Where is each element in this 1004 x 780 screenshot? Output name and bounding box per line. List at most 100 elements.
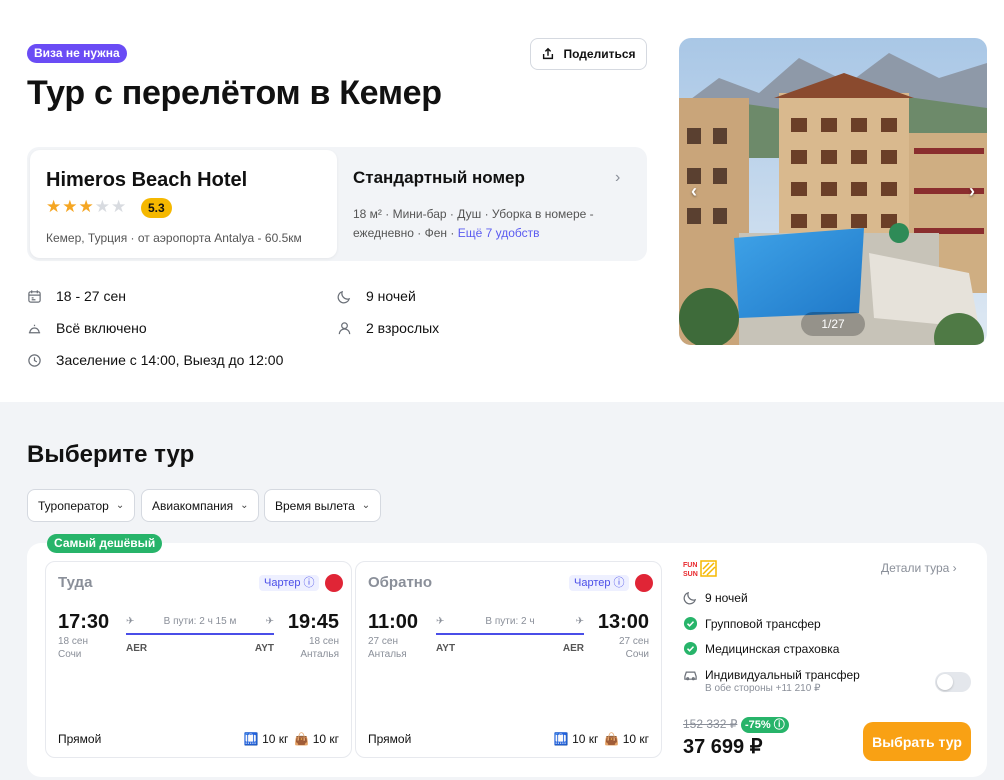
route-line [436,633,584,635]
select-tour-button[interactable]: Выбрать тур [863,722,971,761]
route-line [126,633,274,635]
checked-weight: 10 кг [622,732,649,746]
checked-weight: 10 кг [312,732,339,746]
flight-direction: Обратно [368,574,433,591]
filter-label: Время вылета [275,498,355,513]
tour-details-link[interactable]: Детали тура › [881,561,957,575]
room-title[interactable]: Стандартный номер [353,168,525,188]
trip-checkin-text: Заселение с 14:00, Выезд до 12:00 [56,352,284,368]
hotel-room-block: Himeros Beach Hotel ★ ★ ★ ★ ★ 5.3 Кемер,… [27,147,647,261]
trip-checkin: Заселение с 14:00, Выезд до 12:00 [27,352,283,368]
cloche-icon [28,324,41,333]
star-icon: ★ [62,197,78,216]
baggage-info: 🛄 10 кг 👜 10 кг [554,732,649,746]
price: 37 699 ₽ [683,736,763,758]
star-icon: ★ [46,197,62,216]
toggle-knob [937,674,953,690]
page-title: Тур с перелётом в Кемер [27,74,442,112]
visa-badge: Виза не нужна [27,44,127,63]
arrival-date: 18 сен [309,636,339,647]
hotel-photo [679,38,987,345]
bag-icon: 👜 [294,732,310,746]
flight-duration: В пути: 2 ч [485,616,535,627]
info-icon[interactable]: ⓘ [774,719,785,731]
baggage-info: 🛄 10 кг 👜 10 кг [244,732,339,746]
departure-city: Сочи [58,649,82,660]
insurance-text: Медицинская страховка [705,641,840,656]
landing-icon: ✈ [265,616,274,627]
share-button[interactable]: Поделиться [530,38,647,70]
flight-duration: В пути: 2 ч 15 м [163,616,237,627]
rating-badge: 5.3 [141,198,172,218]
flight-route: ✈ В пути: 2 ч ✈ AYT AER [436,616,584,656]
filter-label: Туроператор [38,498,109,513]
departure-airport: AYT [436,643,456,654]
room-features: 18 м² · Мини-бар · Душ · Уборка в номере… [353,205,623,243]
operator-logo-text-top: FUN [683,562,697,569]
arrival-city: Анталья [300,649,339,660]
airline-logo-icon [635,574,653,592]
calendar-icon [28,289,41,303]
trip-dates-text: 18 - 27 сен [56,288,126,304]
person-icon [338,321,351,334]
departure-info: 27 сен Анталья [368,635,407,661]
departure-info: 18 сен Сочи [58,635,88,661]
clock-icon [28,353,41,367]
arrival-airport: AYT [254,643,274,654]
trip-dates: 18 - 27 сен [27,288,126,304]
star-empty-icon: ★ [94,197,110,216]
filter-airline[interactable]: Авиакомпания ⌄ [141,489,260,522]
departure-time: 11:00 [368,611,419,633]
hotel-stars: ★ ★ ★ ★ ★ [46,198,126,216]
tour-details-label: Детали тура [881,561,950,575]
departure-airport: AER [126,643,148,654]
hotel-card[interactable]: Himeros Beach Hotel ★ ★ ★ ★ ★ 5.3 Кемер,… [30,150,337,258]
arrival-time: 13:00 [597,611,649,633]
arrival-date: 27 сен [619,636,649,647]
landing-icon: ✈ [575,616,584,627]
charter-badge: Чартер ⓘ [259,575,320,591]
filter-operator[interactable]: Туроператор ⌄ [27,489,136,522]
departure-time: 17:30 [58,611,110,633]
chevron-right-icon[interactable]: › [615,169,620,187]
group-transfer-text: Групповой трансфер [705,616,821,631]
filter-label: Авиакомпания [152,498,234,513]
flight-outbound[interactable]: Туда Чартер ⓘ 17:30 18 сен Сочи ✈ В пути: … [45,561,352,758]
checked-bag: 👜 10 кг [604,732,649,746]
checked-bag: 👜 10 кг [294,732,339,746]
chevron-right-icon[interactable]: › [969,181,975,202]
trip-meal: Всё включено [27,320,147,336]
arrival-city: Сочи [625,649,649,660]
hotel-location: Кемер, Турция · от аэропорта Antalya - 6… [46,231,302,245]
hotel-photo-gallery[interactable]: ‹ › 1/27 [679,38,987,345]
arrival-time: 19:45 [287,611,339,633]
car-icon [684,671,697,681]
moon-icon [683,591,697,605]
flight-return[interactable]: Обратно Чартер ⓘ 11:00 27 сен Анталья ✈ В … [355,561,662,758]
arrival-info: 27 сен Сочи [619,635,649,661]
trip-nights: 9 ночей [337,288,416,304]
offer-group-transfer: Групповой трансфер [683,616,821,631]
carry-on-weight: 10 кг [572,732,599,746]
offer-individual-transfer: Индивидуальный трансфер [683,667,860,682]
carry-on-bag: 🛄 10 кг [554,732,599,746]
offer-insurance: Медицинская страховка [683,641,839,656]
info-icon[interactable]: ⓘ [613,575,624,591]
filter-departure-time[interactable]: Время вылета ⌄ [264,489,382,522]
trip-nights-text: 9 ночей [366,288,416,304]
flight-route: ✈ В пути: 2 ч 15 м ✈ AER AYT [126,616,274,656]
info-icon[interactable]: ⓘ [303,575,314,591]
operator-logo-text-bottom: SUN [683,571,698,577]
old-price: 152 332 ₽ [683,717,738,731]
individual-transfer-toggle[interactable] [935,672,971,692]
trip-guests-text: 2 взрослых [366,320,440,336]
section-title: Выберите тур [27,441,195,468]
departure-date: 18 сен [58,636,88,647]
chevron-down-icon: ⌄ [115,500,125,511]
hotel-name: Himeros Beach Hotel [46,169,248,191]
chevron-left-icon[interactable]: ‹ [691,181,697,202]
charter-badge: Чартер ⓘ [569,575,630,591]
cheapest-badge: Самый дешёвый [47,534,163,553]
room-more-link[interactable]: Ещё 7 удобств [458,226,540,240]
individual-transfer-text: Индивидуальный трансфер [705,667,860,682]
